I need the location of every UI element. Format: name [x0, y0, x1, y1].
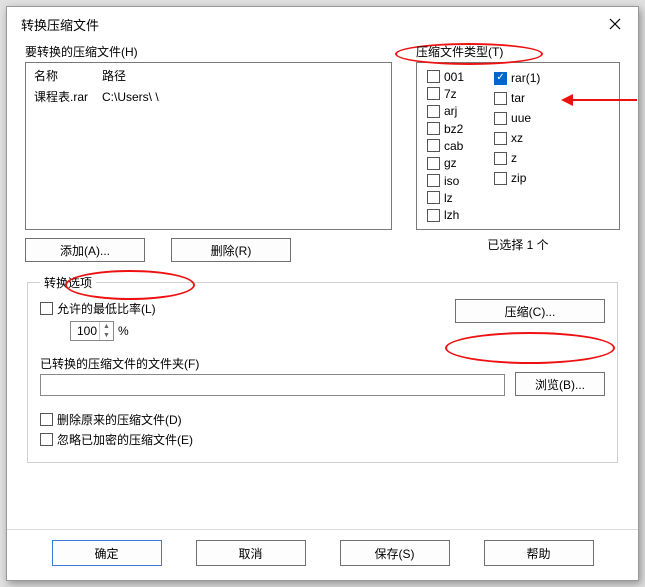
checkbox-icon — [494, 172, 507, 185]
min-ratio-group: 允许的最低比率(L) ▲▼ % — [40, 299, 156, 341]
type-checkbox-z[interactable]: z — [494, 149, 540, 167]
ok-button[interactable]: 确定 — [52, 540, 162, 566]
checkbox-icon: ✓ — [494, 72, 507, 85]
dialog-window: 转换压缩文件 要转换的压缩文件(H) 名称 路径 课程表.rar — [6, 6, 639, 581]
checkbox-icon — [427, 157, 440, 170]
selected-count: 已选择 1 个 — [416, 236, 620, 253]
type-checkbox-001[interactable]: 001 — [427, 69, 464, 84]
add-button-label: 添加(A)... — [60, 242, 110, 259]
checkbox-icon — [494, 92, 507, 105]
types-section: 压缩文件类型(T) 001 7z arj bz2 cab gz iso lz l… — [416, 43, 620, 262]
type-checkbox-lz[interactable]: lz — [427, 190, 464, 205]
files-section-label: 要转换的压缩文件(H) — [25, 43, 392, 60]
files-list-header: 名称 路径 — [26, 63, 391, 88]
help-button[interactable]: 帮助 — [484, 540, 594, 566]
percent-label: % — [118, 324, 129, 338]
delete-original-checkbox[interactable]: 删除原来的压缩文件(D) — [40, 410, 605, 428]
type-checkbox-zip[interactable]: zip — [494, 169, 540, 187]
checkbox-icon — [427, 139, 440, 152]
col-header-path: 路径 — [102, 67, 391, 84]
row-name: 课程表.rar — [34, 88, 102, 106]
types-column-a: 001 7z arj bz2 cab gz iso lz lzh — [427, 69, 464, 223]
min-ratio-checkbox[interactable]: 允许的最低比率(L) — [40, 299, 156, 317]
checkbox-icon — [427, 87, 440, 100]
checkbox-icon — [494, 132, 507, 145]
ok-button-label: 确定 — [94, 545, 118, 562]
type-checkbox-7z[interactable]: 7z — [427, 86, 464, 101]
titlebar: 转换压缩文件 — [7, 7, 638, 41]
type-checkbox-arj[interactable]: arj — [427, 104, 464, 119]
checkbox-icon — [40, 302, 53, 315]
delete-button[interactable]: 删除(R) — [171, 238, 291, 262]
files-section: 要转换的压缩文件(H) 名称 路径 课程表.rar C:\Users\ \ 添加… — [25, 43, 392, 262]
chevron-down-icon: ▼ — [100, 331, 113, 340]
save-button[interactable]: 保存(S) — [340, 540, 450, 566]
type-checkbox-rar[interactable]: ✓rar(1) — [494, 69, 540, 87]
checkbox-icon — [40, 413, 53, 426]
close-icon — [609, 18, 621, 30]
spinner-arrows[interactable]: ▲▼ — [99, 322, 113, 340]
options-fieldset: 转换选项 允许的最低比率(L) ▲▼ % 压缩(C)... — [27, 274, 618, 463]
checkbox-icon — [427, 174, 440, 187]
type-checkbox-gz[interactable]: gz — [427, 156, 464, 171]
window-title: 转换压缩文件 — [21, 15, 99, 34]
checkbox-icon — [427, 209, 440, 222]
options-legend: 转换选项 — [40, 274, 96, 291]
type-checkbox-lzh[interactable]: lzh — [427, 208, 464, 223]
ignore-encrypted-checkbox[interactable]: 忽略已加密的压缩文件(E) — [40, 430, 605, 448]
type-checkbox-iso[interactable]: iso — [427, 173, 464, 188]
help-button-label: 帮助 — [526, 545, 550, 562]
compress-button[interactable]: 压缩(C)... — [455, 299, 605, 323]
files-listbox[interactable]: 名称 路径 课程表.rar C:\Users\ \ — [25, 62, 392, 230]
type-checkbox-bz2[interactable]: bz2 — [427, 121, 464, 136]
cancel-button[interactable]: 取消 — [196, 540, 306, 566]
checkbox-icon — [494, 112, 507, 125]
browse-button-label: 浏览(B)... — [535, 376, 585, 393]
min-ratio-input[interactable] — [71, 322, 99, 340]
folder-input[interactable] — [40, 374, 505, 396]
compress-button-label: 压缩(C)... — [505, 303, 556, 320]
type-checkbox-xz[interactable]: xz — [494, 129, 540, 147]
save-button-label: 保存(S) — [375, 545, 415, 562]
folder-label: 已转换的压缩文件的文件夹(F) — [40, 357, 199, 371]
delete-button-label: 删除(R) — [211, 242, 252, 259]
types-listbox: 001 7z arj bz2 cab gz iso lz lzh ✓rar(1)… — [416, 62, 620, 230]
checkbox-icon — [427, 105, 440, 118]
col-header-name: 名称 — [34, 67, 102, 84]
row-path: C:\Users\ \ — [102, 88, 391, 106]
checkbox-icon — [40, 433, 53, 446]
checkbox-icon — [494, 152, 507, 165]
close-button[interactable] — [600, 13, 630, 35]
browse-button[interactable]: 浏览(B)... — [515, 372, 605, 396]
dialog-footer: 确定 取消 保存(S) 帮助 — [7, 529, 638, 580]
add-button[interactable]: 添加(A)... — [25, 238, 145, 262]
checkbox-icon — [427, 122, 440, 135]
checkbox-icon — [427, 70, 440, 83]
type-checkbox-tar[interactable]: tar — [494, 89, 540, 107]
types-section-label: 压缩文件类型(T) — [416, 43, 620, 60]
min-ratio-spinner[interactable]: ▲▼ % — [70, 321, 156, 341]
cancel-button-label: 取消 — [238, 545, 262, 562]
types-column-b: ✓rar(1) tar uue xz z zip — [494, 69, 540, 223]
type-checkbox-uue[interactable]: uue — [494, 109, 540, 127]
type-checkbox-cab[interactable]: cab — [427, 138, 464, 153]
table-row[interactable]: 课程表.rar C:\Users\ \ — [26, 88, 391, 106]
dialog-content: 要转换的压缩文件(H) 名称 路径 课程表.rar C:\Users\ \ 添加… — [7, 41, 638, 529]
chevron-up-icon: ▲ — [100, 322, 113, 331]
checkbox-icon — [427, 191, 440, 204]
